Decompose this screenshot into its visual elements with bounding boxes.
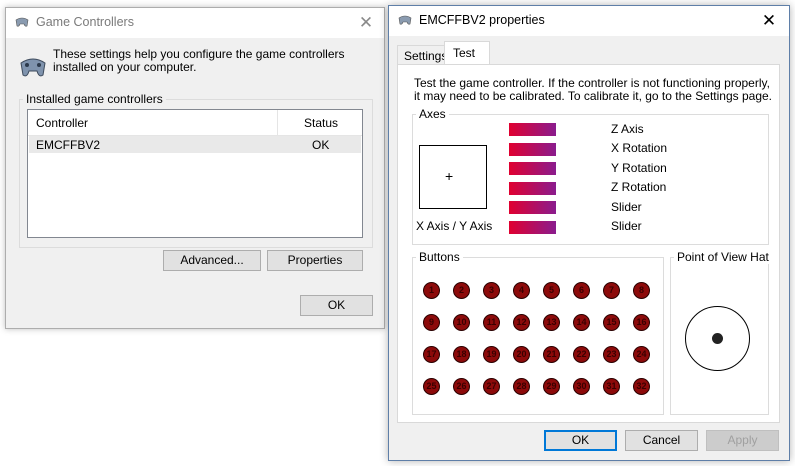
joystick-button-3: 3: [483, 282, 500, 299]
axis-bar-slider-1: [509, 201, 556, 214]
ok-button[interactable]: OK: [300, 295, 373, 316]
axis-bar-slider-2: [509, 221, 556, 234]
joystick-button-27: 27: [483, 378, 500, 395]
joystick-button-7: 7: [603, 282, 620, 299]
description-text: These settings help you configure the ga…: [53, 47, 345, 74]
joystick-button-2: 2: [453, 282, 470, 299]
joystick-button-9: 9: [423, 314, 440, 331]
joystick-button-6: 6: [573, 282, 590, 299]
joystick-button-16: 16: [633, 314, 650, 331]
axis-label-y-rotation: Y Rotation: [611, 161, 667, 175]
tab-settings[interactable]: Settings: [397, 45, 447, 65]
joystick-button-19: 19: [483, 346, 500, 363]
column-status[interactable]: Status: [304, 116, 338, 130]
advanced-button[interactable]: Advanced...: [163, 250, 261, 271]
column-divider[interactable]: [277, 110, 278, 135]
joystick-button-18: 18: [453, 346, 470, 363]
installed-controllers-label: Installed game controllers: [23, 92, 166, 106]
axis-bar-z-rotation: [509, 182, 556, 195]
joystick-button-24: 24: [633, 346, 650, 363]
xy-axis-label: X Axis / Y Axis: [416, 219, 493, 233]
axis-label-z-axis: Z Axis: [611, 122, 644, 136]
joystick-button-30: 30: [573, 378, 590, 395]
joystick-button-15: 15: [603, 314, 620, 331]
gamepad-icon: [398, 15, 412, 25]
axis-label-z-rotation: Z Rotation: [611, 180, 667, 194]
joystick-button-31: 31: [603, 378, 620, 395]
axis-bar-z-axis: [509, 123, 556, 136]
gamepad-icon: [20, 58, 46, 77]
properties-window: EMCFFBV2 properties ✕ Settings Test Test…: [388, 5, 790, 461]
close-button[interactable]: ✕: [759, 11, 779, 31]
joystick-button-12: 12: [513, 314, 530, 331]
buttons-group: [412, 257, 664, 415]
joystick-button-29: 29: [543, 378, 560, 395]
instructions-text: Test the game controller. If the control…: [414, 76, 773, 103]
joystick-button-21: 21: [543, 346, 560, 363]
tab-test[interactable]: Test: [444, 41, 490, 65]
buttons-label: Buttons: [416, 250, 463, 264]
joystick-button-17: 17: [423, 346, 440, 363]
joystick-button-1: 1: [423, 282, 440, 299]
title-bar[interactable]: EMCFFBV2 properties ✕: [389, 6, 789, 36]
joystick-button-25: 25: [423, 378, 440, 395]
joystick-button-20: 20: [513, 346, 530, 363]
axis-label-slider-1: Slider: [611, 200, 642, 214]
close-icon: ✕: [358, 13, 374, 32]
joystick-button-14: 14: [573, 314, 590, 331]
controller-name: EMCFFBV2: [36, 138, 101, 152]
joystick-button-4: 4: [513, 282, 530, 299]
pov-label: Point of View Hat: [674, 250, 772, 264]
axis-bar-y-rotation: [509, 162, 556, 175]
joystick-button-11: 11: [483, 314, 500, 331]
title-bar[interactable]: Game Controllers ✕: [6, 8, 384, 38]
apply-button[interactable]: Apply: [706, 430, 779, 451]
joystick-button-23: 23: [603, 346, 620, 363]
game-controllers-window: Game Controllers ✕ These settings help y…: [5, 7, 385, 329]
joystick-button-26: 26: [453, 378, 470, 395]
window-title: EMCFFBV2 properties: [419, 13, 545, 27]
axes-label: Axes: [416, 107, 449, 121]
axis-label-slider-2: Slider: [611, 219, 642, 233]
joystick-button-8: 8: [633, 282, 650, 299]
ok-button[interactable]: OK: [544, 430, 617, 451]
close-button[interactable]: ✕: [356, 13, 376, 33]
joystick-button-28: 28: [513, 378, 530, 395]
pov-center-dot: [712, 333, 723, 344]
xy-axis-display: +: [419, 145, 487, 209]
controller-status: OK: [312, 138, 330, 152]
cancel-button[interactable]: Cancel: [625, 430, 698, 451]
joystick-button-13: 13: [543, 314, 560, 331]
joystick-button-5: 5: [543, 282, 560, 299]
window-title: Game Controllers: [36, 15, 134, 29]
column-controller[interactable]: Controller: [36, 116, 88, 130]
test-tab-page: Test the game controller. If the control…: [397, 64, 780, 423]
gamepad-icon: [15, 17, 29, 27]
crosshair-icon: +: [445, 168, 454, 184]
joystick-button-32: 32: [633, 378, 650, 395]
table-row[interactable]: EMCFFBV2 OK: [29, 136, 361, 153]
pov-hat-display: [685, 306, 750, 371]
axis-label-x-rotation: X Rotation: [611, 141, 668, 155]
properties-button[interactable]: Properties: [267, 250, 363, 271]
axis-bar-x-rotation: [509, 143, 556, 156]
list-header: Controller Status: [28, 110, 362, 136]
controllers-list[interactable]: Controller Status EMCFFBV2 OK: [27, 109, 363, 238]
joystick-button-10: 10: [453, 314, 470, 331]
close-icon: ✕: [761, 11, 777, 30]
joystick-button-22: 22: [573, 346, 590, 363]
